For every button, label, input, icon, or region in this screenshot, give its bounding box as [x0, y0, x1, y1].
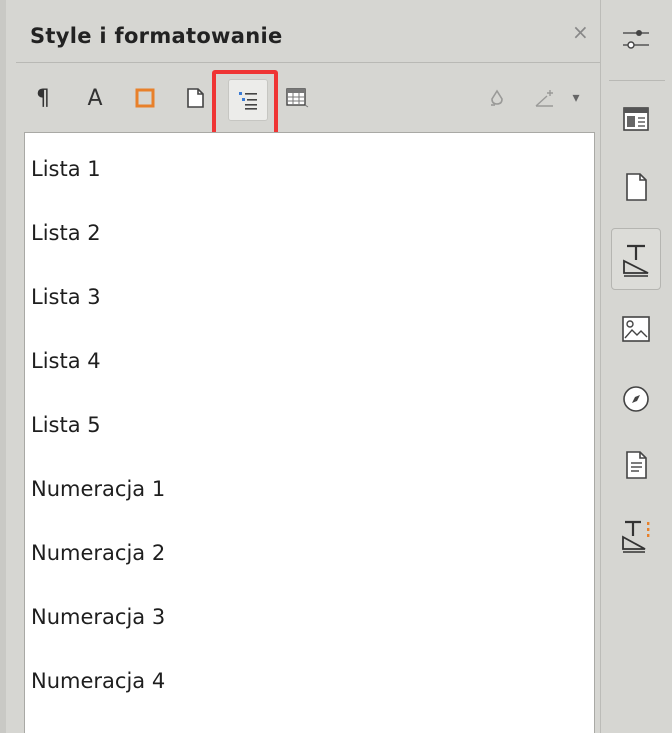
frame-styles-button[interactable]	[128, 78, 162, 118]
sidebar-page-tab[interactable]	[611, 162, 661, 212]
list-item[interactable]: Lista 1	[31, 157, 101, 181]
table-styles-icon	[286, 88, 309, 108]
list-item[interactable]: Numeracja 3	[31, 605, 165, 629]
title-divider	[16, 62, 600, 63]
styles-list[interactable]: Lista 1 Lista 2 Lista 3 Lista 4 Lista 5 …	[24, 132, 595, 733]
sidebar-gallery-tab[interactable]	[611, 304, 661, 354]
properties-icon	[623, 107, 649, 131]
table-styles-button[interactable]	[280, 78, 314, 118]
design-icon	[622, 520, 650, 553]
list-item[interactable]: Numeracja 2	[31, 541, 165, 565]
sidebar-design-tab[interactable]	[611, 510, 661, 560]
manage-changes-icon	[626, 451, 647, 479]
sidebar-navigator-tab[interactable]	[611, 374, 661, 424]
new-style-button[interactable]	[528, 78, 562, 118]
list-item[interactable]: Lista 5	[31, 413, 101, 437]
close-icon[interactable]: ×	[572, 20, 589, 44]
gallery-icon	[622, 316, 650, 342]
character-styles-icon: A	[87, 85, 103, 111]
list-item[interactable]: Lista 3	[31, 285, 101, 309]
navigator-icon	[623, 386, 649, 412]
list-item[interactable]: Lista 4	[31, 349, 101, 373]
style-actions-dropdown[interactable]: ▾	[564, 78, 588, 118]
fill-format-mode-button[interactable]	[480, 78, 514, 118]
sidebar-manage-changes-tab[interactable]	[611, 440, 661, 490]
sidebar-styles-tab[interactable]	[611, 228, 661, 290]
styles-panel: Style i formatowanie × ¶ A ▾ Lista 1 Lis…	[6, 0, 600, 733]
list-item[interactable]: Numeracja 1	[31, 477, 165, 501]
styles-icon	[623, 244, 649, 277]
sliders-icon	[623, 30, 649, 49]
list-item[interactable]: Numeracja 4	[31, 669, 165, 693]
sidebar-tabbar	[601, 0, 672, 733]
page-styles-button[interactable]	[178, 78, 212, 118]
page-styles-icon	[187, 88, 204, 108]
sidebar-settings-button[interactable]	[611, 14, 661, 64]
new-style-from-selection-icon	[535, 90, 553, 107]
frame-styles-icon	[135, 88, 155, 108]
dropdown-arrow-icon: ▾	[572, 90, 580, 106]
highlight-annotation	[212, 70, 278, 136]
fill-format-mode-icon	[491, 89, 503, 106]
list-item[interactable]: Lista 2	[31, 221, 101, 245]
paragraph-styles-button[interactable]: ¶	[26, 78, 60, 118]
page-icon	[626, 173, 647, 201]
panel-title: Style i formatowanie	[30, 24, 283, 48]
sidebar-rule	[609, 80, 665, 81]
character-styles-button[interactable]: A	[78, 78, 112, 118]
paragraph-styles-icon: ¶	[36, 85, 50, 111]
sidebar-properties-tab[interactable]	[611, 94, 661, 144]
